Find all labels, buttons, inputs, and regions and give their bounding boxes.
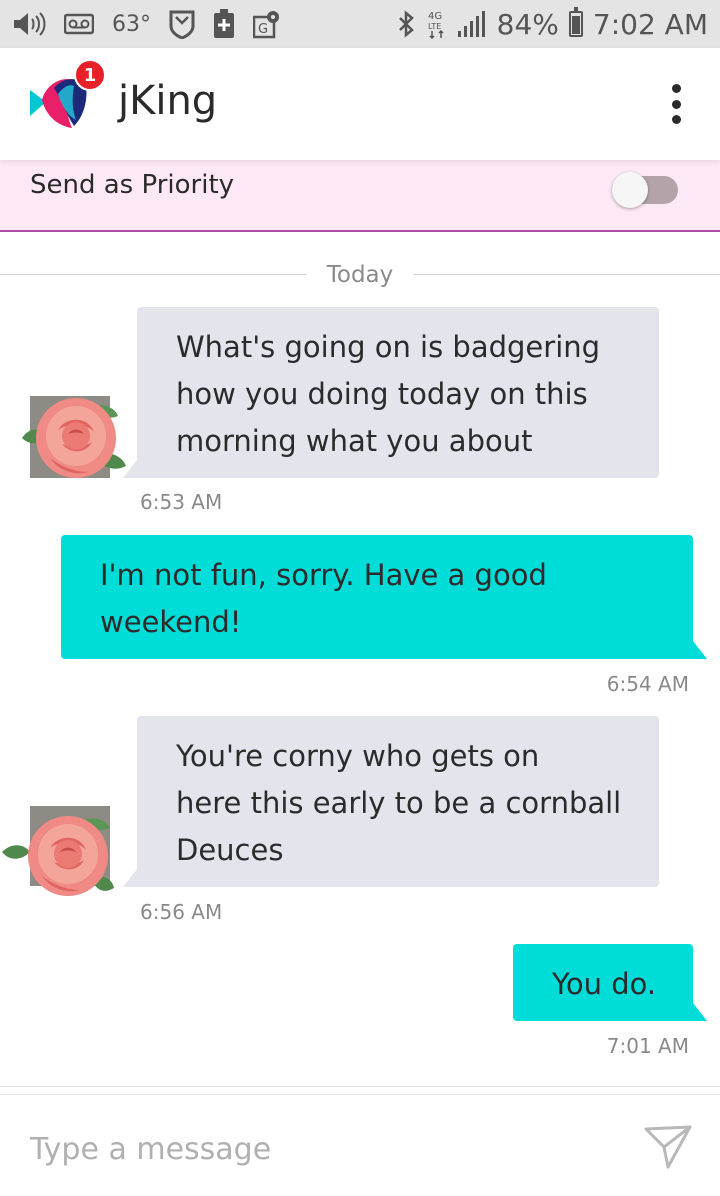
menu-dot — [671, 115, 681, 124]
bluetooth-icon — [397, 10, 417, 38]
divider-line-right — [414, 274, 720, 275]
map-icon: G — [253, 9, 281, 39]
voicemail-icon — [64, 13, 94, 35]
message-line: weekend! — [100, 605, 242, 639]
temperature: 63° — [112, 11, 151, 37]
battery-level-fill — [571, 15, 580, 34]
compose-bar — [0, 1094, 720, 1196]
toggle-knob — [612, 172, 648, 208]
divider-line-left — [0, 274, 306, 275]
message-line: here this early to be a cornball — [176, 786, 622, 820]
contact-avatar[interactable] — [18, 386, 130, 486]
message-line: What's going on is badgering — [176, 330, 601, 364]
status-bar-right: 4G LTE 84% 7:02 AM — [397, 6, 708, 42]
message-line: morning what you about — [176, 424, 533, 458]
message-input[interactable] — [30, 1127, 590, 1171]
message-line: how you doing today on this — [176, 377, 588, 411]
svg-text:G: G — [258, 22, 268, 37]
message-line: Deuces — [176, 833, 284, 867]
message-timestamp: 6:56 AM — [140, 900, 223, 924]
menu-dot — [671, 84, 681, 93]
clock: 7:02 AM — [592, 7, 708, 41]
message-bubble-incoming[interactable]: You're corny who gets on here this early… — [123, 716, 659, 887]
volume-icon — [12, 10, 46, 38]
contact-name[interactable]: jKing — [118, 78, 217, 124]
battery-plus-icon — [213, 9, 235, 39]
message-timestamp: 6:54 AM — [606, 672, 689, 696]
status-bar: 63° G 4G LTE 84% 7:02 AM — [0, 0, 720, 48]
signal-icon — [457, 11, 487, 37]
priority-label: Send as Priority — [30, 170, 235, 200]
shield-icon — [169, 9, 195, 39]
priority-toggle[interactable] — [612, 168, 678, 208]
priority-bar: Send as Priority — [0, 160, 720, 232]
date-divider: Today — [0, 258, 720, 294]
message-bubble-incoming[interactable]: What's going on is badgering how you doi… — [123, 307, 659, 478]
message-line: I'm not fun, sorry. Have a good — [100, 558, 547, 592]
message-bubble-outgoing[interactable]: You do. — [513, 944, 707, 1021]
overflow-menu-icon[interactable] — [662, 84, 690, 124]
compose-separator — [0, 1086, 720, 1087]
svg-text:4G: 4G — [428, 11, 442, 22]
lte-icon: 4G LTE — [427, 9, 447, 39]
message-line: You do. — [552, 967, 657, 1001]
conversation-header: 1 jKing — [0, 48, 720, 160]
message-timestamp: 6:53 AM — [140, 490, 223, 514]
battery-percentage: 84% — [496, 7, 559, 41]
message-timestamp: 7:01 AM — [606, 1034, 689, 1058]
menu-dot — [671, 99, 681, 109]
send-icon[interactable] — [642, 1121, 694, 1173]
date-divider-label: Today — [326, 262, 394, 288]
svg-text:LTE: LTE — [428, 22, 441, 31]
contact-avatar[interactable] — [2, 806, 114, 906]
status-bar-left: 63° G — [12, 8, 281, 40]
battery-icon — [568, 7, 583, 37]
message-bubble-outgoing[interactable]: I'm not fun, sorry. Have a good weekend! — [61, 535, 707, 659]
message-line: You're corny who gets on — [176, 739, 540, 773]
notification-badge: 1 — [74, 59, 106, 91]
